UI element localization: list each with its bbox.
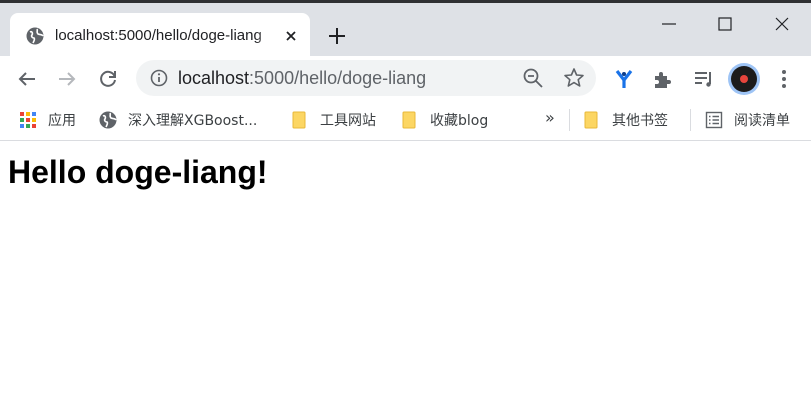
site-info-icon[interactable] bbox=[150, 69, 168, 87]
folder-icon bbox=[402, 111, 416, 129]
active-tab[interactable]: localhost:5000/hello/doge-liang bbox=[10, 13, 310, 59]
reading-list-icon bbox=[705, 111, 723, 129]
toolbar: localhost:5000/hello/doge-liang bbox=[0, 56, 811, 101]
minimize-icon[interactable] bbox=[658, 13, 680, 35]
new-tab-icon[interactable] bbox=[326, 25, 348, 47]
reading-list-button[interactable]: 阅读清单 bbox=[705, 109, 790, 131]
folder-icon bbox=[292, 111, 306, 129]
bookmark-folder-blog[interactable]: 收藏blog bbox=[401, 109, 488, 131]
extension-vpn-icon[interactable] bbox=[612, 67, 636, 91]
bookmark-folder-tools[interactable]: 工具网站 bbox=[291, 109, 376, 131]
close-window-icon[interactable] bbox=[771, 13, 793, 35]
bookmark-label: 其他书签 bbox=[612, 113, 668, 129]
globe-icon bbox=[26, 27, 44, 45]
apps-grid-icon bbox=[20, 112, 36, 128]
bookmark-xgboost[interactable]: 深入理解XGBoost... bbox=[99, 109, 257, 131]
profile-avatar[interactable] bbox=[731, 66, 757, 92]
address-bar[interactable]: localhost:5000/hello/doge-liang bbox=[136, 60, 596, 96]
bookmark-label: 应用 bbox=[48, 113, 76, 129]
bookmarks-divider bbox=[569, 109, 570, 131]
bookmarks-overflow-button[interactable]: » bbox=[545, 108, 555, 127]
reload-icon[interactable] bbox=[96, 67, 120, 91]
bookmark-label: 工具网站 bbox=[320, 113, 376, 129]
bookmark-label: 收藏blog bbox=[430, 113, 489, 129]
url-path: :5000/hello/doge-liang bbox=[249, 68, 427, 88]
globe-icon bbox=[99, 111, 117, 129]
bookmark-label: 深入理解XGBoost... bbox=[128, 113, 258, 129]
reading-queue-icon[interactable] bbox=[692, 67, 716, 91]
page-content: Hello doge-liang! bbox=[0, 142, 811, 420]
puzzle-extensions-icon[interactable] bbox=[651, 67, 675, 91]
maximize-icon[interactable] bbox=[714, 13, 736, 35]
bookmarks-bar: 应用 深入理解XGBoost... 工具网站 收藏blog » 其他书签 阅读清… bbox=[0, 101, 811, 141]
bookmark-other[interactable]: 其他书签 bbox=[583, 109, 668, 131]
page-heading: Hello doge-liang! bbox=[8, 154, 268, 190]
bookmark-label: 阅读清单 bbox=[734, 113, 790, 129]
tab-strip: localhost:5000/hello/doge-liang bbox=[0, 0, 811, 59]
bookmark-apps[interactable]: 应用 bbox=[19, 109, 76, 131]
more-menu-icon[interactable] bbox=[772, 67, 796, 91]
zoom-out-icon[interactable] bbox=[522, 67, 544, 89]
forward-arrow-icon[interactable] bbox=[55, 67, 79, 91]
tab-title-fade bbox=[255, 25, 283, 47]
tab-title: localhost:5000/hello/doge-liang bbox=[55, 27, 262, 44]
url-text[interactable]: localhost:5000/hello/doge-liang bbox=[178, 68, 426, 88]
bookmark-star-icon[interactable] bbox=[562, 66, 586, 90]
url-host: localhost bbox=[178, 68, 250, 88]
close-tab-icon[interactable] bbox=[282, 27, 300, 45]
bookmarks-divider bbox=[690, 109, 691, 131]
folder-icon bbox=[584, 111, 598, 129]
back-arrow-icon[interactable] bbox=[15, 67, 39, 91]
